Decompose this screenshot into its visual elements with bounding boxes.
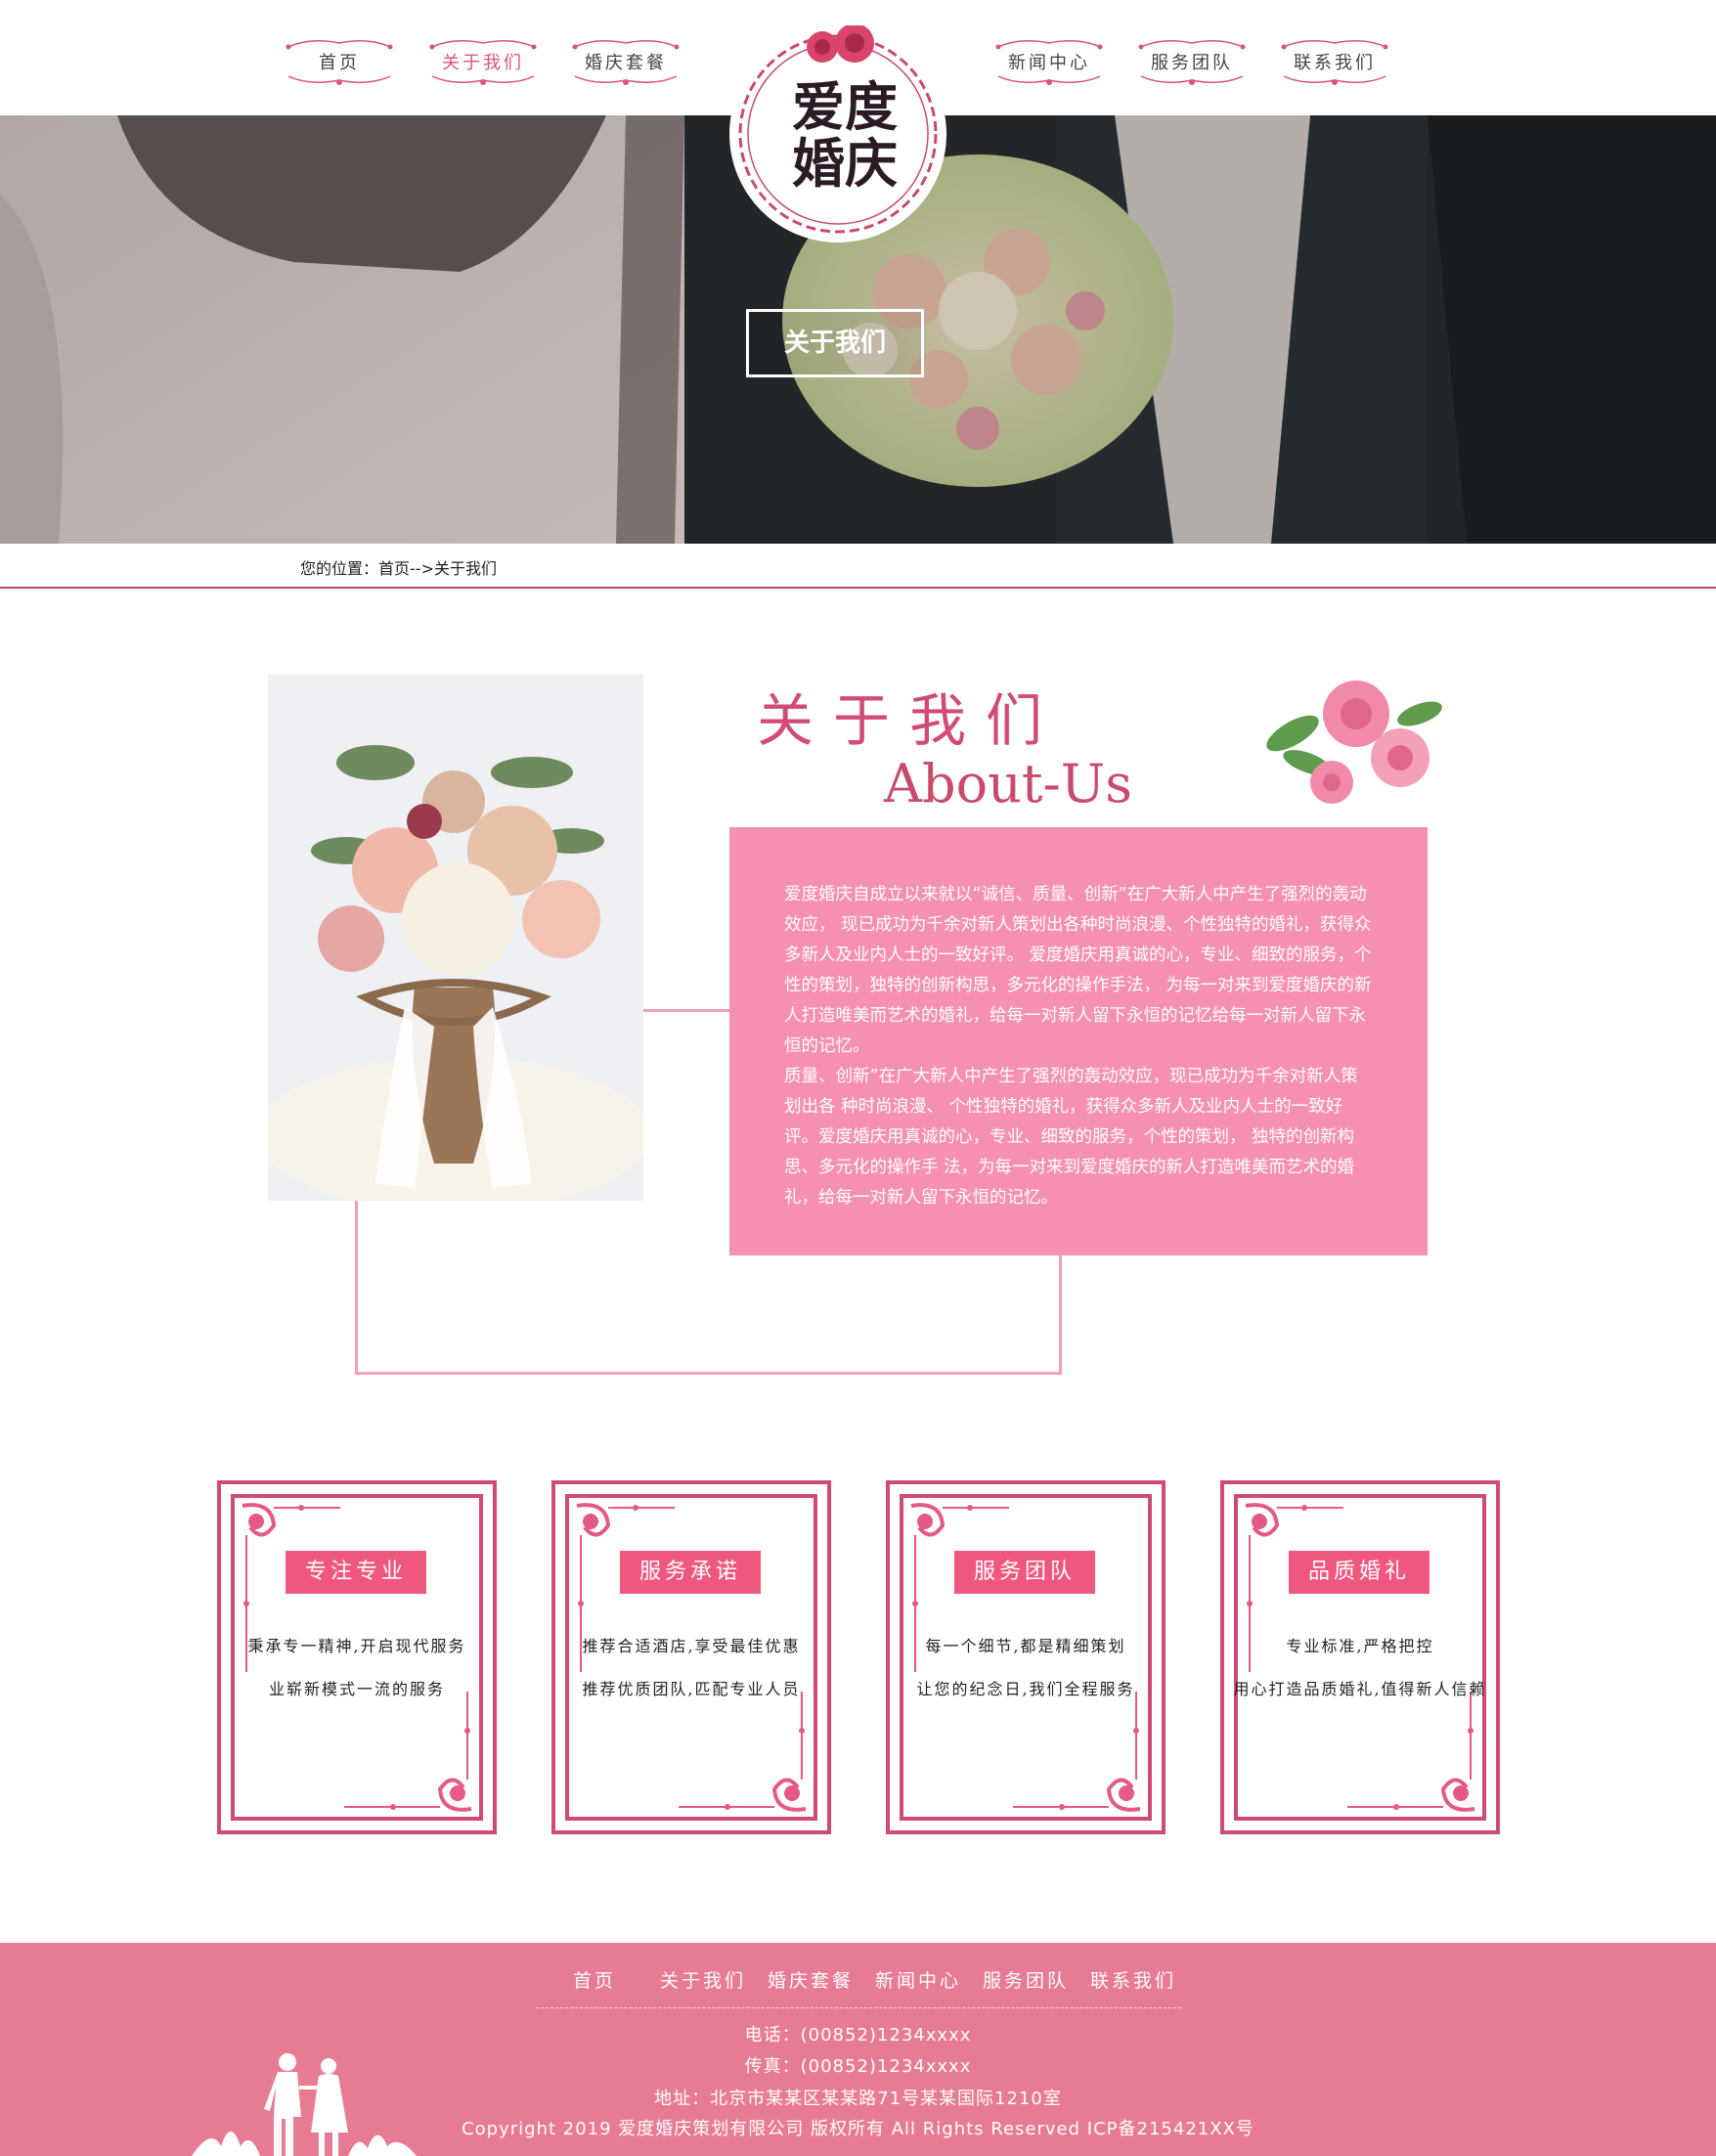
decor-frame-right bbox=[1059, 1255, 1062, 1375]
card-title: 品质婚礼 bbox=[1289, 1551, 1430, 1594]
nav-label-news: 新闻中心 bbox=[1008, 53, 1090, 73]
swirl-ornament-icon bbox=[679, 1692, 807, 1812]
about-title-cn: 关于我们 bbox=[757, 687, 1063, 754]
site-logo[interactable]: 爱度 婚庆 bbox=[729, 25, 946, 242]
nav-item-home[interactable]: 首页 bbox=[281, 33, 398, 90]
nav-label-contact: 联系我们 bbox=[1294, 53, 1376, 73]
feature-card: 品质婚礼 专业标准,严格把控 用心打造品质婚礼,值得新人信赖 bbox=[1220, 1480, 1500, 1834]
breadcrumb-home-link[interactable]: 首页 bbox=[378, 559, 410, 578]
feature-card: 专注专业 秉承专一精神,开启现代服务 业崭新模式一流的服务 bbox=[217, 1480, 497, 1834]
nav-label-about: 关于我们 bbox=[442, 53, 524, 73]
bouquet-photo bbox=[268, 675, 643, 1201]
breadcrumb: 您的位置：首页-->关于我们 bbox=[300, 555, 497, 579]
card-line-2: 用心打造品质婚礼,值得新人信赖 bbox=[1233, 1680, 1487, 1698]
footer-nav-home[interactable]: 首页 bbox=[573, 1966, 616, 1993]
card-line-1: 秉承专一精神,开启现代服务 bbox=[247, 1637, 466, 1655]
decor-frame-bottom bbox=[355, 1372, 1062, 1375]
card-line-2: 让您的纪念日,我们全程服务 bbox=[916, 1680, 1135, 1698]
site-footer: 首页 关于我们 婚庆套餐 新闻中心 服务团队 联系我们 电话：(00852)12… bbox=[0, 1943, 1716, 2156]
footer-nav-about[interactable]: 关于我们 bbox=[660, 1966, 746, 1993]
footer-nav-team[interactable]: 服务团队 bbox=[983, 1966, 1069, 1993]
couple-silhouette-icon bbox=[192, 2053, 417, 2156]
card-title: 服务承诺 bbox=[620, 1551, 761, 1594]
swirl-ornament-icon bbox=[1013, 1692, 1141, 1812]
nav-label-packages: 婚庆套餐 bbox=[585, 53, 667, 73]
card-line-1: 专业标准,严格把控 bbox=[1286, 1637, 1434, 1655]
decor-connector bbox=[643, 1009, 729, 1012]
logo-line-1: 爱度 bbox=[792, 75, 898, 138]
about-text-box: 爱度婚庆自成立以来就以“诚信、质量、创新”在广大新人中产生了强烈的轰动效应， 现… bbox=[729, 827, 1428, 1255]
banner-about-button[interactable]: 关于我们 bbox=[746, 309, 924, 377]
nav-item-contact[interactable]: 联系我们 bbox=[1276, 33, 1393, 90]
footer-nav-packages[interactable]: 婚庆套餐 bbox=[768, 1966, 854, 1993]
breadcrumb-current: 关于我们 bbox=[433, 559, 497, 578]
footer-phone: 电话：(00852)1234xxxx bbox=[744, 2025, 972, 2046]
nav-item-about[interactable]: 关于我们 bbox=[424, 33, 542, 90]
footer-nav-contact[interactable]: 联系我们 bbox=[1090, 1966, 1176, 1993]
card-line-1: 每一个细节,都是精细策划 bbox=[925, 1637, 1126, 1655]
card-line-1: 推荐合适酒店,享受最佳优惠 bbox=[582, 1637, 801, 1655]
about-title-en: About-Us bbox=[884, 753, 1133, 814]
footer-divider bbox=[536, 2007, 1181, 2008]
card-line-2: 业崭新模式一流的服务 bbox=[268, 1680, 445, 1698]
breadcrumb-prefix: 您的位置： bbox=[300, 559, 379, 578]
rose-bouquet-icon bbox=[1266, 681, 1442, 804]
card-line-2: 推荐优质团队,匹配专业人员 bbox=[582, 1680, 801, 1698]
logo-line-2: 婚庆 bbox=[792, 132, 898, 195]
nav-label-team: 服务团队 bbox=[1151, 53, 1233, 73]
breadcrumb-bar: 您的位置：首页-->关于我们 bbox=[0, 544, 1716, 589]
nav-item-news[interactable]: 新闻中心 bbox=[990, 33, 1108, 90]
nav-label-home: 首页 bbox=[319, 53, 360, 73]
card-title: 服务团队 bbox=[954, 1551, 1095, 1594]
feature-card: 服务团队 每一个细节,都是精细策划 让您的纪念日,我们全程服务 bbox=[886, 1480, 1166, 1834]
breadcrumb-separator: --> bbox=[410, 559, 434, 578]
card-title: 专注专业 bbox=[286, 1551, 426, 1594]
about-paragraph-2: 质量、创新”在广大新人中产生了强烈的轰动效应，现已成功为千余对新人策划出各 种时… bbox=[784, 1067, 1358, 1208]
swirl-ornament-icon bbox=[1347, 1692, 1475, 1812]
nav-item-packages[interactable]: 婚庆套餐 bbox=[567, 33, 684, 90]
about-paragraph-1: 爱度婚庆自成立以来就以“诚信、质量、创新”在广大新人中产生了强烈的轰动效应， 现… bbox=[784, 885, 1372, 1056]
decor-frame-left bbox=[355, 1201, 358, 1375]
footer-nav-news[interactable]: 新闻中心 bbox=[875, 1966, 961, 1993]
nav-item-team[interactable]: 服务团队 bbox=[1133, 33, 1251, 90]
feature-card: 服务承诺 推荐合适酒店,享受最佳优惠 推荐优质团队,匹配专业人员 bbox=[551, 1480, 831, 1834]
swirl-ornament-icon bbox=[344, 1692, 472, 1812]
